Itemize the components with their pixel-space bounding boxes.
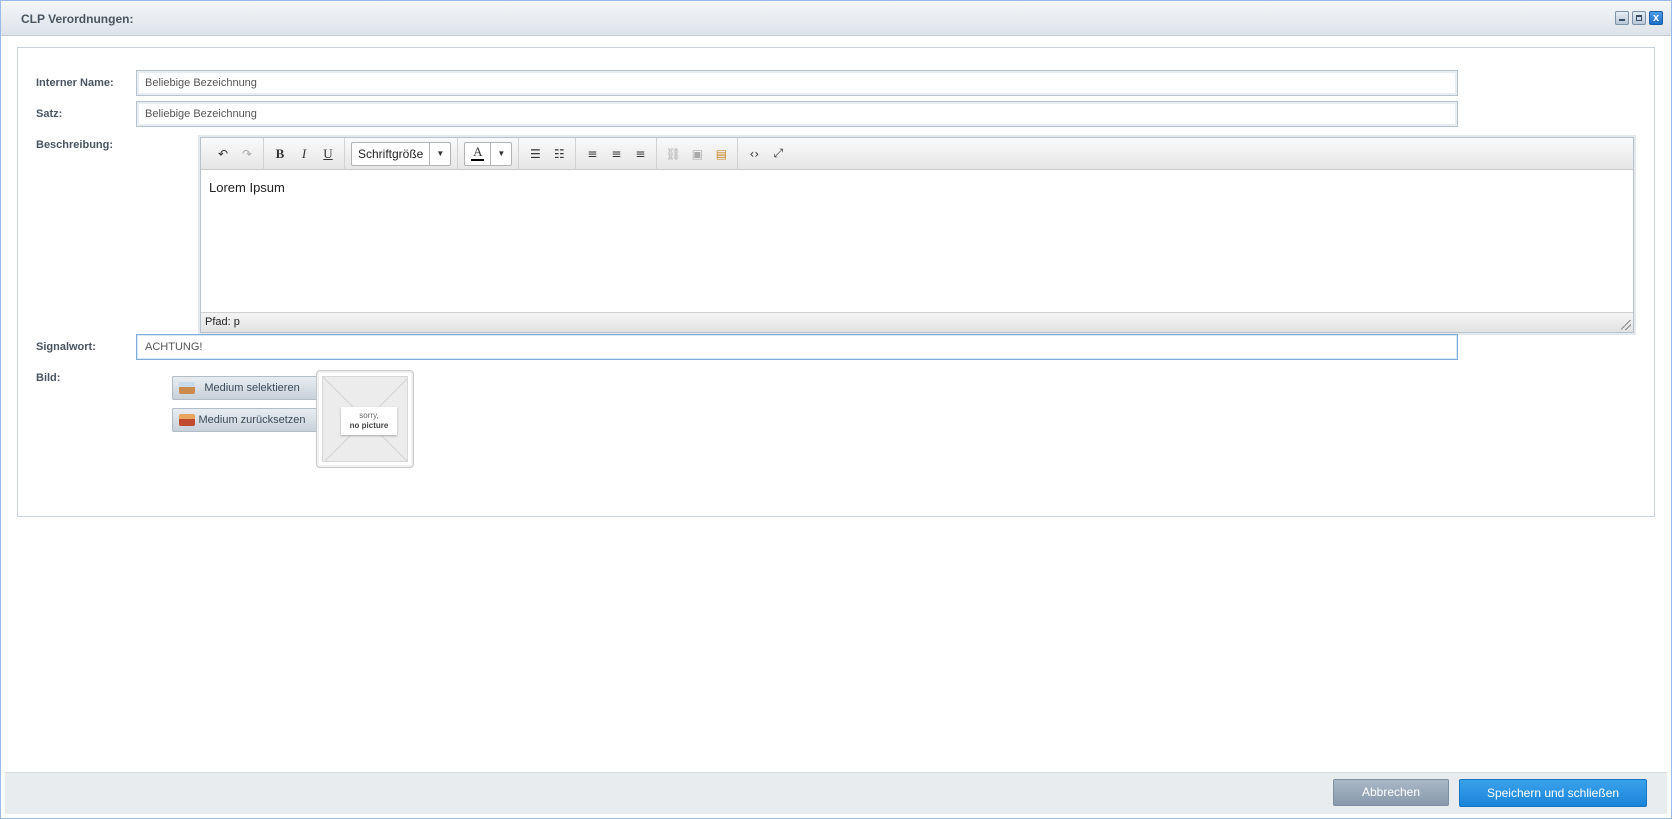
color-group: A ▼ [458, 137, 520, 170]
reset-medium-label: Medium zurücksetzen [198, 414, 306, 426]
chevron-down-icon[interactable]: ▼ [491, 149, 511, 158]
image-preview: sorry, no picture [316, 370, 414, 468]
no-picture-tag: sorry, no picture [341, 407, 397, 435]
editor-toolbar: ↶ ↷ B I U Schriftgröße ▼ A ▼ ☰ ☷ ≡ ≡ ≡ ⛓… [201, 137, 1633, 170]
minimize-icon[interactable] [1615, 11, 1629, 25]
clp-dialog-window: CLP Verordnungen: x Interner Name: Satz:… [0, 0, 1672, 819]
text-color-icon[interactable]: A [465, 142, 492, 165]
font-size-dropdown[interactable]: Schriftgröße ▼ [351, 141, 452, 166]
fullscreen-icon[interactable]: ⤢ [768, 144, 788, 164]
undo-icon[interactable]: ↶ [213, 144, 233, 164]
align-left-icon[interactable]: ≡ [582, 144, 602, 164]
dialog-footer: Abbrechen Speichern und schließen [5, 772, 1667, 814]
history-group: ↶ ↷ [207, 137, 264, 170]
paste-icon[interactable]: ▤ [711, 144, 731, 164]
align-center-icon[interactable]: ≡ [606, 144, 626, 164]
close-icon[interactable]: x [1649, 11, 1663, 25]
image-reset-icon [179, 414, 195, 426]
image-select-icon [179, 382, 195, 394]
format-group: B I U [264, 137, 345, 170]
internal-name-label: Interner Name: [36, 77, 114, 89]
list-group: ☰ ☷ [519, 137, 577, 170]
numbered-list-icon[interactable]: ☷ [549, 144, 569, 164]
source-code-icon[interactable]: ‹› [744, 144, 764, 164]
window-title: CLP Verordnungen: [21, 12, 134, 26]
italic-button[interactable]: I [294, 144, 314, 164]
satz-label: Satz: [36, 108, 63, 120]
select-medium-button[interactable]: Medium selektieren [172, 376, 332, 400]
select-medium-label: Medium selektieren [204, 382, 300, 394]
image-icon[interactable]: ▣ [687, 144, 707, 164]
redo-icon[interactable]: ↷ [237, 144, 257, 164]
form-panel: Interner Name: Satz: Beschreibung: ↶ ↷ B… [17, 47, 1655, 517]
no-picture-placeholder: sorry, no picture [322, 376, 408, 462]
title-bar[interactable]: CLP Verordnungen: x [1, 1, 1671, 36]
underline-button[interactable]: U [318, 144, 338, 164]
bullet-list-icon[interactable]: ☰ [525, 144, 545, 164]
align-group: ≡ ≡ ≡ [576, 137, 658, 170]
cancel-button[interactable]: Abbrechen [1333, 779, 1449, 806]
bold-button[interactable]: B [270, 144, 290, 164]
resize-handle-icon[interactable] [1621, 320, 1631, 330]
align-right-icon[interactable]: ≡ [630, 144, 650, 164]
bild-label: Bild: [36, 372, 61, 384]
link-icon[interactable]: ⛓ [663, 144, 683, 164]
no-picture-line1: sorry, [359, 411, 379, 420]
save-and-close-button[interactable]: Speichern und schließen [1459, 779, 1647, 807]
editor-content[interactable]: Lorem Ipsum [209, 180, 285, 195]
internal-name-input[interactable] [136, 70, 1458, 96]
maximize-icon[interactable] [1632, 11, 1646, 25]
description-label: Beschreibung: [36, 139, 114, 151]
no-picture-line2: no picture [349, 421, 389, 430]
font-size-group: Schriftgröße ▼ [345, 137, 459, 170]
signalwort-label: Signalwort: [36, 341, 96, 353]
chevron-down-icon[interactable]: ▼ [430, 149, 450, 158]
window-controls: x [1615, 11, 1663, 25]
satz-input[interactable] [136, 101, 1458, 127]
view-group: ‹› ⤢ [738, 138, 794, 170]
rich-text-editor: ↶ ↷ B I U Schriftgröße ▼ A ▼ ☰ ☷ ≡ ≡ ≡ ⛓… [200, 137, 1634, 333]
signalwort-input[interactable] [136, 334, 1458, 360]
editor-statusbar: Pfad: p [201, 312, 1633, 332]
reset-medium-button[interactable]: Medium zurücksetzen [172, 408, 332, 432]
text-color-dropdown[interactable]: A ▼ [464, 141, 513, 166]
dialog-body: Interner Name: Satz: Beschreibung: ↶ ↷ B… [5, 37, 1667, 768]
insert-group: ⛓ ▣ ▤ [657, 137, 739, 170]
font-size-label: Schriftgröße [352, 142, 431, 165]
